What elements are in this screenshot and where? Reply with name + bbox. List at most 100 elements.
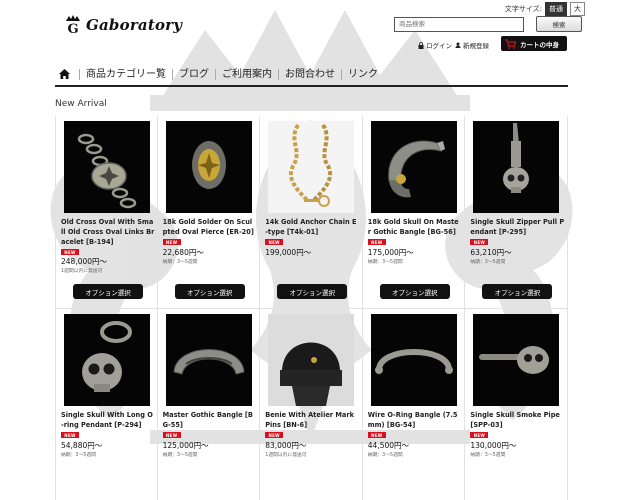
product-delivery: 納期：3～5週間 [367, 453, 403, 458]
product-card[interactable]: Old Cross Oval With Small Old Cross Oval… [55, 116, 158, 308]
product-row: Single Skull With Long O-ring Pendant [P… [55, 308, 568, 500]
product-image[interactable] [64, 121, 150, 213]
product-price: 22,680円～ [162, 248, 204, 257]
skull-pipe-image-icon [479, 346, 550, 374]
product-row: Old Cross Oval With Small Old Cross Oval… [55, 116, 568, 308]
option-select-button[interactable]: オプション選択 [174, 284, 245, 299]
crown-g-logo-icon: G [66, 15, 80, 35]
new-badge: NEW [162, 432, 181, 438]
product-image[interactable] [268, 121, 355, 213]
option-select-button[interactable]: オプション選択 [277, 284, 348, 299]
product-delivery: 納期：3～5週間 [367, 260, 403, 265]
product-image[interactable] [473, 314, 560, 406]
new-badge: NEW [470, 239, 489, 245]
register-label: 新規登録 [463, 42, 489, 50]
product-price: 54,880円～ [61, 441, 103, 450]
product-price: 44,500円～ [367, 441, 410, 450]
product-card[interactable]: Single Skull With Long O-ring Pendant [P… [55, 308, 158, 500]
search-bar: 検索 [394, 16, 582, 32]
product-price: 130,000円～ [470, 441, 517, 450]
site-logo[interactable]: G Gaboratory [64, 14, 182, 36]
product-card[interactable]: Master Gothic Bangle [BG-55] NEW 125,000… [157, 308, 261, 500]
nav-item-contact[interactable]: お問合わせ [278, 68, 341, 80]
option-select-button[interactable]: オプション選択 [73, 284, 143, 299]
product-name[interactable]: 18k Gold Solder On Sculpted Oval Pierce … [163, 217, 257, 237]
product-name[interactable]: Master Gothic Bangle [BG-55] [163, 410, 257, 430]
pierce-earring-image-icon [191, 141, 226, 189]
option-select-button[interactable]: オプション選択 [482, 284, 553, 299]
svg-text:G: G [67, 22, 78, 35]
search-button[interactable]: 検索 [536, 16, 582, 32]
product-card[interactable]: Benie With Atelier Mark Pins [BN-6] NEW … [260, 308, 363, 500]
product-card[interactable]: 18k Gold Skull On Master Gothic Bangle [… [363, 116, 466, 308]
product-name[interactable]: Single Skull Smoke Pipe [SPP-03] [470, 410, 564, 430]
new-badge: NEW [61, 432, 79, 438]
nav-item-blog[interactable]: ブログ [172, 68, 215, 80]
product-image[interactable] [165, 121, 252, 213]
new-badge: NEW [470, 432, 489, 438]
nav-item-guide[interactable]: ご利用案内 [215, 68, 278, 80]
logo-text: Gaboratory [86, 16, 183, 34]
lock-icon [418, 41, 424, 49]
product-card[interactable]: Single Skull Zipper Pull Pendant [P-295]… [465, 116, 568, 308]
product-image[interactable] [370, 121, 457, 213]
product-price: 125,000円～ [162, 441, 209, 450]
font-size-label: 文字サイズ: [504, 5, 542, 13]
product-name[interactable]: Single Skull Zipper Pull Pendant [P-295] [470, 217, 564, 237]
site-header: G Gaboratory 文字サイズ: 普通 大 検索 ログイン 新規登録 カー… [0, 0, 623, 60]
product-image[interactable] [268, 314, 355, 406]
product-delivery: 納期：3～5週間 [470, 453, 506, 458]
product-image[interactable] [370, 314, 457, 406]
product-image[interactable] [64, 314, 150, 406]
login-label: ログイン [426, 42, 452, 50]
search-input[interactable] [394, 16, 524, 32]
user-plus-icon [455, 42, 461, 48]
section-title: New Arrival [55, 99, 107, 109]
login-link[interactable]: ログイン [418, 40, 452, 50]
product-delivery: 納期：3～5週間 [162, 260, 198, 265]
new-badge: NEW [367, 432, 386, 438]
product-card[interactable]: 18k Gold Solder On Sculpted Oval Pierce … [158, 116, 261, 308]
product-image[interactable] [165, 314, 252, 406]
new-badge: NEW [162, 239, 181, 245]
product-name[interactable]: Benie With Atelier Mark Pins [BN-6] [265, 410, 359, 430]
product-grid: Old Cross Oval With Small Old Cross Oval… [55, 116, 568, 500]
wire-bangle-image-icon [374, 349, 453, 374]
new-badge: NEW [265, 432, 284, 438]
cart-button[interactable]: カートの中身 [501, 36, 567, 51]
nav-home[interactable] [55, 66, 73, 82]
nav-item-links[interactable]: リンク [341, 68, 384, 80]
product-name[interactable]: 14k Gold Anchor Chain E-type [T4k-01] [265, 217, 359, 237]
product-card[interactable]: 14k Gold Anchor Chain E-type [T4k-01] NE… [260, 116, 363, 308]
skull-pendant-image-icon [503, 123, 530, 193]
product-delivery: 1週間以内に発送可 [265, 453, 307, 458]
font-size-large-button[interactable]: 大 [570, 2, 585, 16]
product-delivery: 1週間以内に発送可 [61, 269, 103, 274]
gold-chain-image-icon [289, 123, 333, 207]
product-price: 248,000円～ [61, 257, 108, 266]
font-size-normal-button[interactable]: 普通 [545, 2, 567, 16]
product-price: 199,000円～ [265, 248, 312, 257]
new-badge: NEW [61, 249, 79, 255]
nav-item-categories[interactable]: 商品カテゴリー覧 [79, 68, 172, 80]
product-price: 83,000円～ [265, 441, 307, 450]
product-card[interactable]: Single Skull Smoke Pipe [SPP-03] NEW 130… [465, 308, 568, 500]
product-name[interactable]: Single Skull With Long O-ring Pendant [P… [61, 410, 155, 430]
product-price: 175,000円～ [367, 248, 414, 257]
product-image[interactable] [473, 121, 560, 213]
shopping-cart-icon [505, 38, 516, 49]
cart-label: カートの中身 [520, 40, 559, 49]
gothic-bangle-image-icon [173, 349, 245, 375]
product-name[interactable]: Old Cross Oval With Small Old Cross Oval… [61, 217, 155, 247]
main-nav: 商品カテゴリー覧 ブログ ご利用案内 お問合わせ リンク [55, 63, 568, 87]
option-select-button[interactable]: オプション選択 [379, 284, 450, 299]
product-card[interactable]: Wire O-Ring Bangle (7.5mm) [BG-54] NEW 4… [362, 308, 466, 500]
product-name[interactable]: Wire O-Ring Bangle (7.5mm) [BG-54] [368, 410, 462, 430]
bangle-image-icon [387, 140, 445, 198]
register-link[interactable]: 新規登録 [455, 40, 489, 50]
product-delivery: 納期：3～5週間 [162, 453, 198, 458]
new-badge: NEW [367, 239, 386, 245]
beanie-image-icon [280, 342, 343, 406]
product-name[interactable]: 18k Gold Skull On Master Gothic Bangle [… [368, 217, 462, 237]
new-badge: NEW [265, 239, 284, 245]
